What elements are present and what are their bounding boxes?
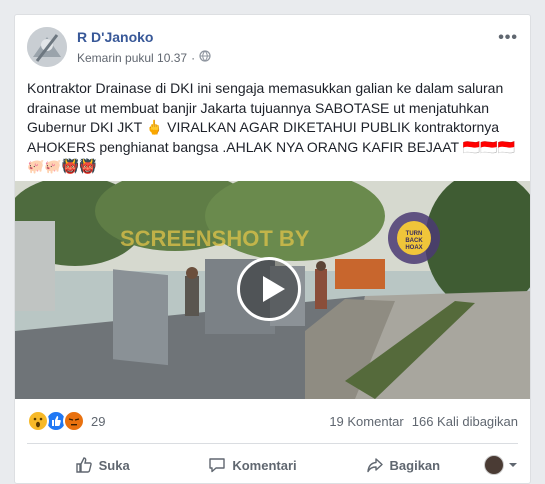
thumbs-up-icon (75, 456, 93, 474)
comment-count[interactable]: 19 Komentar (329, 414, 403, 429)
comment-label: Komentari (232, 457, 297, 473)
post-stats: 29 19 Komentar 166 Kali dibagikan (27, 410, 518, 432)
author-name[interactable]: R D'Janoko (77, 29, 153, 45)
turnbackhoax-logo: TURN BACK HOAX (387, 211, 441, 265)
play-icon[interactable] (237, 257, 301, 321)
engagement-counts: 19 Komentar 166 Kali dibagikan (329, 414, 518, 429)
author-avatar[interactable] (27, 27, 67, 67)
svg-text:HOAX: HOAX (405, 245, 422, 251)
share-button[interactable]: Bagikan (328, 456, 478, 474)
post-timestamp[interactable]: Kemarin pukul 10.37 (77, 51, 187, 65)
share-count[interactable]: 166 Kali dibagikan (412, 414, 518, 429)
angry-reaction-icon (63, 410, 85, 432)
share-label: Bagikan (389, 457, 441, 473)
action-bar: Suka Komentari Bagikan (27, 449, 518, 481)
user-avatar (483, 455, 504, 475)
like-button[interactable]: Suka (27, 456, 177, 474)
comment-icon (208, 456, 226, 474)
like-label: Suka (98, 457, 130, 473)
more-options-button[interactable]: ••• (498, 29, 518, 47)
comment-button[interactable]: Komentari (177, 456, 327, 474)
separator-dot: · (191, 50, 196, 65)
post-as-selector[interactable] (478, 455, 518, 475)
watermark-text: SCREENSHOT BY (120, 226, 310, 251)
wow-reaction-icon (27, 410, 49, 432)
chevron-down-icon (508, 458, 518, 473)
post-meta: Kemarin pukul 10.37 · (77, 50, 211, 65)
post-card: R D'Janoko Kemarin pukul 10.37 · ••• Kon… (14, 14, 531, 484)
post-text: Kontraktor Drainase di DKI ini sengaja m… (27, 80, 516, 174)
share-icon (366, 456, 384, 474)
svg-text:TURN: TURN (406, 231, 423, 237)
reaction-count[interactable]: 29 (91, 414, 105, 429)
globe-icon[interactable] (199, 50, 211, 65)
reaction-icons[interactable] (27, 410, 85, 432)
video-player[interactable]: SCREENSHOT BY TURN BACK HOAX (15, 181, 530, 399)
post-header: R D'Janoko Kemarin pukul 10.37 · ••• (27, 27, 518, 69)
svg-text:BACK: BACK (405, 238, 423, 244)
divider (27, 443, 518, 444)
